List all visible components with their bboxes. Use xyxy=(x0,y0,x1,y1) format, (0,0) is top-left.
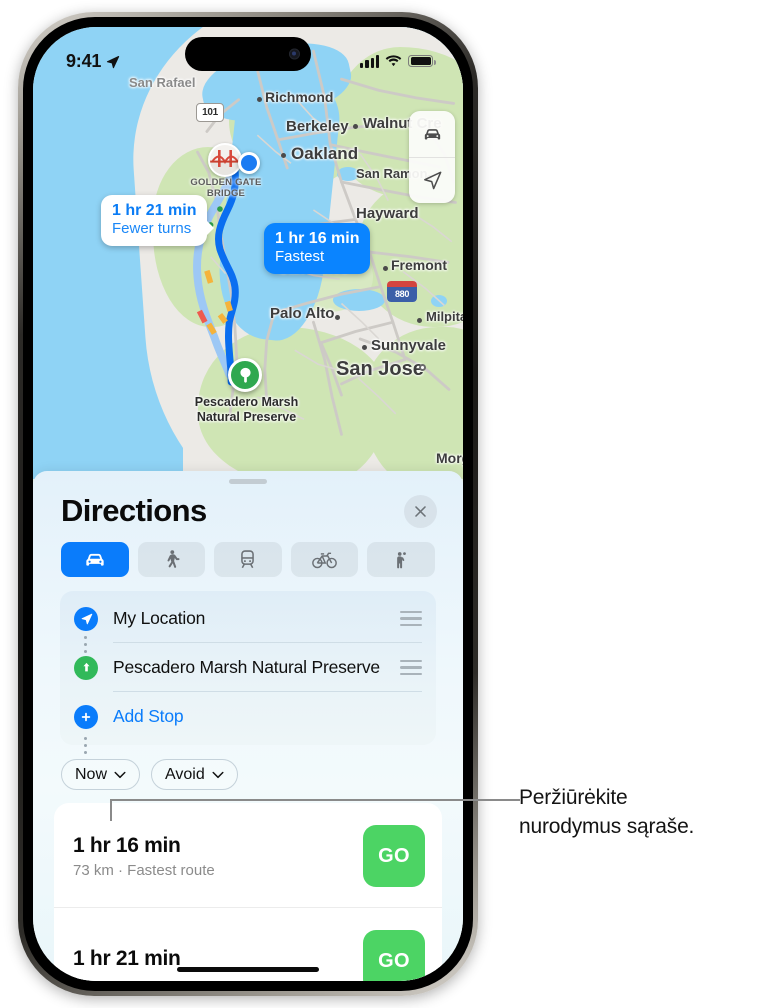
destination-map-label: Pescadero Marsh Natural Preserve xyxy=(194,395,299,424)
car-mode-button[interactable] xyxy=(409,111,455,157)
annotation-line-2: nurodymus sąraše. xyxy=(519,815,695,838)
route-info: 1 hr 16 min 73 km · Fastest route xyxy=(73,834,215,879)
destination-pin-icon xyxy=(74,655,98,680)
status-bar-left: 9:41 xyxy=(66,51,120,72)
route-info: 1 hr 21 min xyxy=(73,947,181,975)
mode-walk[interactable] xyxy=(137,542,206,577)
destination-value: Pescadero Marsh Natural Preserve xyxy=(113,657,380,677)
chevron-down-icon xyxy=(114,771,126,778)
battery-icon xyxy=(408,54,436,68)
map-controls-group xyxy=(409,111,455,203)
front-camera-icon xyxy=(289,48,300,60)
city-dot xyxy=(257,97,262,102)
avoid-options-label: Avoid xyxy=(165,765,205,783)
city-label: Palo Alto xyxy=(270,305,335,322)
origin-field[interactable]: My Location xyxy=(60,594,436,643)
city-label: Sunnyvale xyxy=(371,337,447,354)
locate-me-button[interactable] xyxy=(409,157,455,203)
rideshare-icon xyxy=(397,551,407,568)
transport-mode-tabs xyxy=(33,529,463,577)
mode-transit[interactable] xyxy=(214,542,282,577)
city-dot xyxy=(417,318,422,323)
directions-sheet: Directions My Location Pescadero Marsh N… xyxy=(33,471,463,981)
go-button[interactable]: GO xyxy=(363,930,425,981)
annotation-callout: Peržiūrėkite nurodymus sąraše. xyxy=(519,783,769,841)
home-indicator[interactable] xyxy=(177,967,319,972)
status-bar-clock: 9:41 xyxy=(66,50,102,71)
golden-gate-bridge-icon[interactable] xyxy=(208,143,242,177)
city-dot xyxy=(419,364,426,371)
city-label: Milpitas xyxy=(426,309,463,324)
city-label: Hayward xyxy=(356,205,419,222)
city-label: Oakland xyxy=(291,144,359,163)
table-row[interactable]: 1 hr 16 min 73 km · Fastest route GO xyxy=(54,803,442,907)
route-duration: 1 hr 21 min xyxy=(73,947,181,970)
mode-drive[interactable] xyxy=(61,542,129,577)
location-arrow-icon xyxy=(107,55,120,68)
wifi-icon xyxy=(385,54,402,66)
city-dot xyxy=(281,153,286,158)
close-icon xyxy=(415,505,426,517)
city-dot xyxy=(353,124,358,129)
walk-icon xyxy=(167,549,180,568)
my-location-dot[interactable] xyxy=(238,152,260,174)
route-endpoints-card: My Location Pescadero Marsh Natural Pres… xyxy=(60,591,436,754)
add-stop-button[interactable]: Add Stop xyxy=(60,692,436,741)
route-bubble-time: 1 hr 16 min xyxy=(275,230,360,247)
iphone-screen: Richmond Berkeley Walnut Cre Oakland San… xyxy=(33,27,463,981)
city-dot xyxy=(335,315,340,320)
route-bubble-time: 1 hr 21 min xyxy=(112,202,197,219)
route-bubble-subtitle: Fastest xyxy=(275,248,325,265)
avoid-options-chip[interactable]: Avoid xyxy=(151,759,238,790)
iphone-bezel: Richmond Berkeley Walnut Cre Oakland San… xyxy=(23,17,473,991)
route-duration: 1 hr 16 min xyxy=(73,833,181,857)
dynamic-island xyxy=(185,37,311,71)
train-icon xyxy=(241,550,255,569)
mode-rideshare[interactable] xyxy=(367,542,435,577)
bicycle-icon xyxy=(312,552,337,569)
departure-time-label: Now xyxy=(75,765,108,783)
go-button[interactable]: GO xyxy=(363,825,425,887)
route-bubble-alternate[interactable]: 1 hr 21 min Fewer turns xyxy=(101,195,216,246)
city-label: Morgan Hil xyxy=(436,450,463,466)
status-bar-right xyxy=(360,54,436,68)
screenshot-root: Richmond Berkeley Walnut Cre Oakland San… xyxy=(0,0,782,1008)
city-label: San Jose xyxy=(336,358,424,380)
plus-icon xyxy=(74,704,98,729)
route-bubble-selected[interactable]: 1 hr 16 min Fastest xyxy=(264,223,371,274)
map-view[interactable]: Richmond Berkeley Walnut Cre Oakland San… xyxy=(33,27,463,479)
add-stop-label: Add Stop xyxy=(113,706,184,726)
route-results-list: 1 hr 16 min 73 km · Fastest route GO 1 h… xyxy=(54,803,442,981)
city-dot xyxy=(383,266,388,271)
highway-shield-101: 101 xyxy=(196,103,224,122)
route-options-chips: Now Avoid xyxy=(33,745,463,790)
destination-pin-tree-icon[interactable] xyxy=(228,358,262,392)
location-arrow-icon xyxy=(74,606,98,631)
callout-leader-elbow xyxy=(110,799,112,821)
cellular-bars-icon xyxy=(360,55,379,68)
reorder-handle-icon[interactable] xyxy=(400,660,422,675)
car-icon xyxy=(86,553,104,566)
origin-value: My Location xyxy=(113,608,206,628)
sheet-grabber[interactable] xyxy=(229,479,267,484)
city-label: Richmond xyxy=(265,89,334,105)
mode-cycle[interactable] xyxy=(290,542,359,577)
highway-shield-880: 880 xyxy=(387,281,417,302)
chevron-down-icon xyxy=(212,771,224,778)
city-dot xyxy=(362,345,367,350)
page-title: Directions xyxy=(61,493,207,528)
route-details: 73 km · Fastest route xyxy=(73,861,215,879)
close-button[interactable] xyxy=(404,494,437,528)
annotation-line-1: Peržiūrėkite xyxy=(519,786,628,809)
departure-time-chip[interactable]: Now xyxy=(61,759,141,790)
city-label: Fremont xyxy=(391,257,447,273)
city-label: Berkeley xyxy=(286,118,349,135)
reorder-handle-icon[interactable] xyxy=(400,611,422,626)
callout-leader-line xyxy=(110,799,520,801)
route-bubble-subtitle: Fewer turns xyxy=(112,220,192,237)
destination-field[interactable]: Pescadero Marsh Natural Preserve xyxy=(60,643,436,692)
iphone-device-frame: Richmond Berkeley Walnut Cre Oakland San… xyxy=(18,12,478,996)
